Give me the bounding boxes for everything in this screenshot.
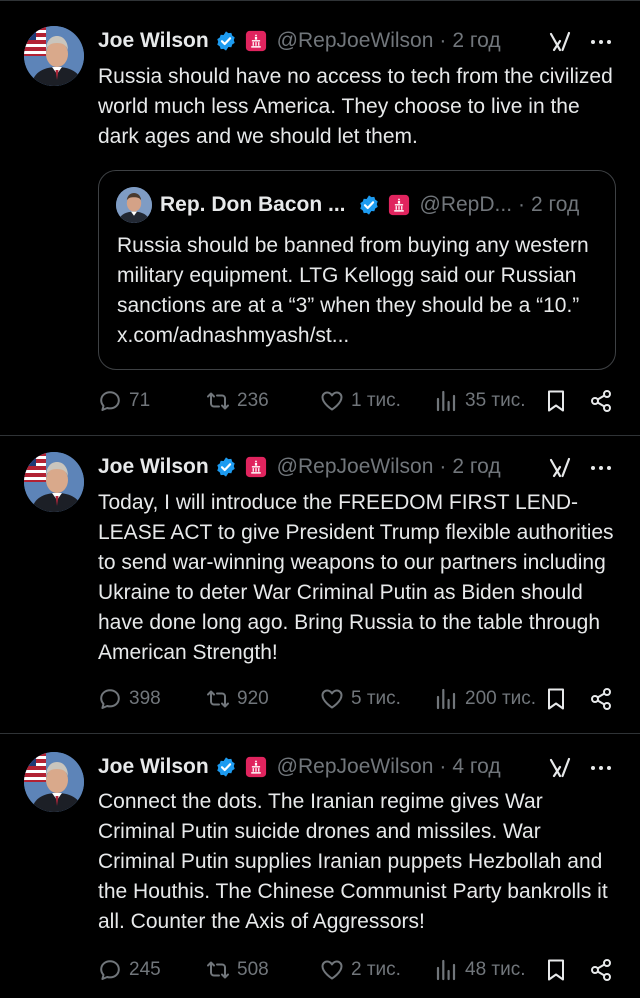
- author-name[interactable]: Joe Wilson: [98, 455, 209, 479]
- tweet-header: Joe Wilson @RepJoeWilson · 2 год: [98, 452, 501, 482]
- government-badge-icon: [388, 194, 410, 216]
- repost-count: 920: [237, 688, 269, 709]
- author-name[interactable]: Joe Wilson: [98, 755, 209, 779]
- author-handle[interactable]: @RepJoeWilson: [277, 755, 434, 779]
- reply-count: 71: [129, 390, 151, 411]
- share-icon: [589, 389, 613, 413]
- verified-badge-icon: [358, 194, 380, 216]
- tweet[interactable]: Joe Wilson @RepJoeWilson · 4 год Connect…: [0, 734, 640, 998]
- repost-button[interactable]: 920: [206, 684, 269, 714]
- reply-count: 398: [129, 688, 161, 709]
- timestamp[interactable]: 2 год: [452, 29, 500, 53]
- author-handle[interactable]: @RepJoeWilson: [277, 29, 434, 53]
- action-bar: 398 920 5 тис. 200 тис.: [98, 684, 618, 714]
- government-badge-icon: [245, 456, 267, 478]
- like-button[interactable]: 1 тис.: [320, 386, 401, 416]
- bookmark-button[interactable]: [544, 386, 575, 416]
- more-icon[interactable]: [588, 456, 614, 480]
- repost-count: 236: [237, 390, 269, 411]
- tweet[interactable]: Joe Wilson @RepJoeWilson · 2 год Russia …: [0, 8, 640, 436]
- bookmark-icon: [544, 687, 568, 711]
- like-count: 5 тис.: [351, 688, 401, 709]
- grok-icon[interactable]: [548, 756, 572, 780]
- like-icon: [320, 687, 344, 711]
- views-count: 48 тис.: [465, 959, 526, 980]
- tweet-text: Russia should have no access to tech fro…: [98, 65, 613, 148]
- like-count: 2 тис.: [351, 959, 401, 980]
- bookmark-button[interactable]: [544, 684, 575, 714]
- avatar[interactable]: [24, 752, 84, 812]
- timestamp[interactable]: 2 год: [452, 455, 500, 479]
- reply-icon: [98, 958, 122, 982]
- reply-button[interactable]: 398: [98, 684, 161, 714]
- like-icon: [320, 389, 344, 413]
- grok-icon[interactable]: [548, 30, 572, 54]
- verified-badge-icon: [215, 30, 237, 52]
- author-name[interactable]: Joe Wilson: [98, 29, 209, 53]
- separator: ·: [439, 755, 447, 778]
- government-badge-icon: [245, 756, 267, 778]
- views-button[interactable]: 48 тис.: [434, 955, 526, 985]
- grok-icon[interactable]: [548, 456, 572, 480]
- verified-badge-icon: [215, 756, 237, 778]
- bookmark-icon: [544, 389, 568, 413]
- reply-button[interactable]: 71: [98, 386, 150, 416]
- share-icon: [589, 687, 613, 711]
- tweet[interactable]: Joe Wilson @RepJoeWilson · 2 год Today, …: [0, 436, 640, 734]
- avatar[interactable]: [24, 452, 84, 512]
- like-icon: [320, 958, 344, 982]
- government-badge-icon: [245, 30, 267, 52]
- tweet-header: Joe Wilson @RepJoeWilson · 2 год: [98, 26, 501, 56]
- tweet-text: Today, I will introduce the FREEDOM FIRS…: [98, 491, 614, 664]
- tweet-header: Joe Wilson @RepJoeWilson · 4 год: [98, 752, 501, 782]
- reply-button[interactable]: 245: [98, 955, 161, 985]
- quoted-author-name: Rep. Don Bacon ...: [160, 193, 346, 216]
- share-icon: [589, 958, 613, 982]
- quoted-author-handle: @RepD...: [419, 193, 513, 216]
- quoted-tweet[interactable]: Rep. Don Bacon ... @RepD... · 2 год Russ…: [98, 170, 616, 370]
- separator: ·: [439, 455, 447, 478]
- views-count: 200 тис.: [465, 688, 537, 709]
- repost-button[interactable]: 236: [206, 386, 269, 416]
- separator: ·: [518, 193, 526, 216]
- repost-icon: [206, 389, 230, 413]
- repost-icon: [206, 958, 230, 982]
- like-count: 1 тис.: [351, 390, 401, 411]
- timestamp[interactable]: 4 год: [452, 755, 500, 779]
- share-button[interactable]: [589, 684, 620, 714]
- avatar[interactable]: [24, 26, 84, 86]
- like-button[interactable]: 2 тис.: [320, 955, 401, 985]
- author-handle[interactable]: @RepJoeWilson: [277, 455, 434, 479]
- more-icon[interactable]: [588, 30, 614, 54]
- action-bar: 71 236 1 тис. 35 тис.: [98, 386, 618, 416]
- share-button[interactable]: [589, 386, 620, 416]
- views-count: 35 тис.: [465, 390, 526, 411]
- reply-icon: [98, 687, 122, 711]
- action-bar: 245 508 2 тис. 48 тис.: [98, 955, 618, 985]
- separator: ·: [439, 29, 447, 52]
- views-button[interactable]: 35 тис.: [434, 386, 526, 416]
- views-icon: [434, 958, 458, 982]
- more-icon[interactable]: [588, 756, 614, 780]
- views-button[interactable]: 200 тис.: [434, 684, 536, 714]
- quoted-avatar: [116, 187, 152, 223]
- verified-badge-icon: [215, 456, 237, 478]
- share-button[interactable]: [589, 955, 620, 985]
- views-icon: [434, 687, 458, 711]
- views-icon: [434, 389, 458, 413]
- quoted-timestamp: 2 год: [531, 193, 580, 216]
- reply-icon: [98, 389, 122, 413]
- bookmark-icon: [544, 958, 568, 982]
- repost-button[interactable]: 508: [206, 955, 269, 985]
- reply-count: 245: [129, 959, 161, 980]
- bookmark-button[interactable]: [544, 955, 575, 985]
- repost-count: 508: [237, 959, 269, 980]
- tweet-text: Connect the dots. The Iranian regime giv…: [98, 790, 608, 933]
- quoted-header: Rep. Don Bacon ... @RepD... · 2 год: [160, 190, 579, 220]
- quoted-text: Russia should be banned from buying any …: [117, 234, 589, 347]
- repost-icon: [206, 687, 230, 711]
- like-button[interactable]: 5 тис.: [320, 684, 401, 714]
